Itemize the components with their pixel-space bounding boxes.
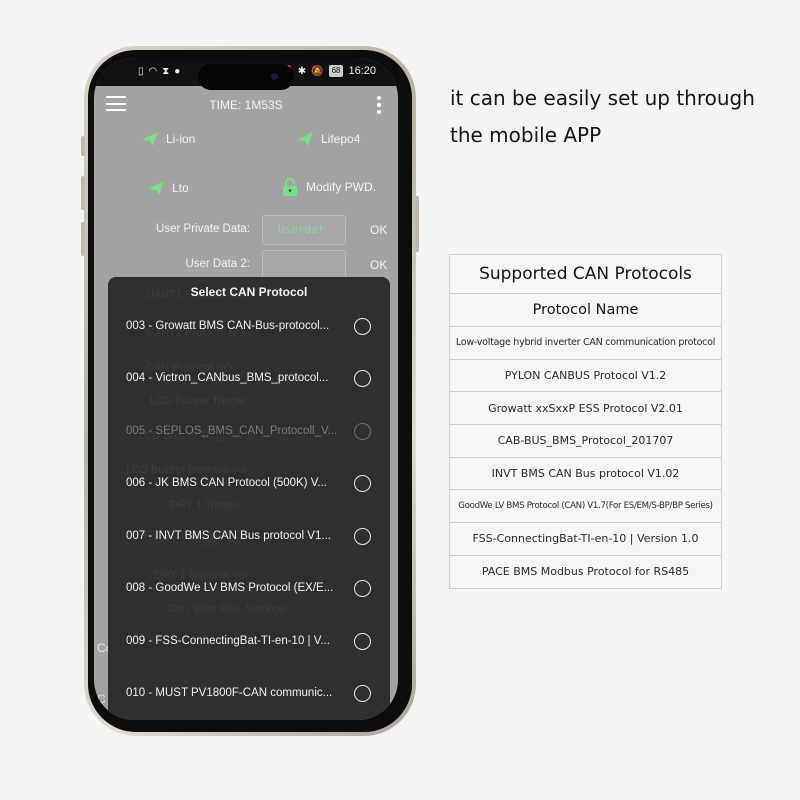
product-image: ▯ ◠ ⧗ ● ⏰ ✱ 🔕 68 16:20 TIME: 1M53S	[0, 0, 800, 800]
headline-line-2: the mobile APP	[450, 123, 602, 147]
modify-password-button[interactable]: Modify PWD.	[282, 178, 376, 196]
radio-button[interactable]	[354, 580, 371, 597]
user-data-2-row: User Data 2: OK	[94, 250, 398, 280]
lto-button[interactable]: Lto	[148, 181, 189, 195]
action-button	[81, 136, 85, 156]
protocol-option: 005 - SEPLOS_BMS_CAN_Protocoll_V...	[108, 412, 390, 452]
user-private-data-ok-button[interactable]: OK	[370, 223, 387, 237]
user-private-data-label: User Private Data:	[156, 223, 250, 235]
volume-down-button	[81, 222, 85, 256]
mute-icon: 🔕	[311, 65, 324, 77]
protocol-option[interactable]: 004 - Victron_CANbus_BMS_protocol...	[108, 359, 390, 399]
phone-mockup: ▯ ◠ ⧗ ● ⏰ ✱ 🔕 68 16:20 TIME: 1M53S	[81, 46, 419, 736]
hourglass-icon: ⧗	[162, 66, 170, 77]
more-options-icon[interactable]	[376, 96, 382, 114]
table-row: PYLON CANBUS Protocol V1.2	[450, 358, 721, 392]
supported-protocols-table: Supported CAN Protocols Protocol Name Lo…	[449, 254, 722, 589]
power-button	[415, 196, 419, 252]
send-icon	[148, 181, 164, 195]
protocol-option-label: 008 - GoodWe LV BMS Protocol (EX/E...	[126, 582, 334, 594]
table-row: PACE BMS Modbus Protocol for RS485	[450, 554, 721, 588]
volume-up-button	[81, 176, 85, 210]
app-title: TIME: 1M53S	[209, 98, 283, 112]
wifi-icon: ◠	[148, 66, 158, 77]
radio-button[interactable]	[354, 370, 371, 387]
lock-icon	[283, 178, 297, 196]
table-column-header: Protocol Name	[450, 293, 721, 326]
protocol-option[interactable]: 008 - GoodWe LV BMS Protocol (EX/E...	[108, 569, 390, 609]
protocol-option-label: 005 - SEPLOS_BMS_CAN_Protocoll_V...	[126, 425, 338, 437]
clock: 16:20	[348, 65, 376, 77]
bluetooth-icon: ✱	[297, 65, 307, 77]
li-ion-button[interactable]: Li-ion	[142, 132, 195, 146]
camera-icon	[271, 73, 278, 80]
send-icon	[297, 132, 313, 146]
radio-button[interactable]	[354, 528, 371, 545]
protocol-option[interactable]: 009 - FSS-ConnectingBat-TI-en-10 | V...	[108, 622, 390, 662]
battery-indicator: 68	[328, 65, 344, 77]
protocol-option[interactable]: 003 - Growatt BMS CAN-Bus-protocol...	[108, 307, 390, 347]
user-data-2-ok-button[interactable]: OK	[370, 258, 387, 272]
wechat-icon: ●	[174, 66, 181, 77]
protocol-option[interactable]: 007 - INVT BMS CAN Bus protocol V1...	[108, 517, 390, 557]
headline-line-1: it can be easily set up through	[450, 86, 755, 110]
user-data-2-input[interactable]	[262, 250, 346, 280]
user-private-data-input[interactable]: Userdat	[262, 215, 346, 245]
table-row: CAB-BUS_BMS_Protocol_201707	[450, 424, 721, 457]
table-row: INVT BMS CAN Bus protocol V1.02	[450, 456, 721, 490]
protocol-option-label: 003 - Growatt BMS CAN-Bus-protocol...	[126, 320, 330, 332]
app-bar: TIME: 1M53S	[94, 86, 398, 122]
table-row: GoodWe LV BMS Protocol (CAN) V1.7(For ES…	[450, 489, 721, 522]
protocol-option-label: 007 - INVT BMS CAN Bus protocol V1...	[126, 530, 331, 542]
table-row: Growatt xxSxxP ESS Protocol V2.01	[450, 391, 721, 424]
protocol-option[interactable]: 006 - JK BMS CAN Protocol (500K) V...	[108, 464, 390, 504]
headline: it can be easily set up through the mobi…	[450, 80, 780, 154]
radio-button	[354, 423, 371, 440]
radio-button[interactable]	[354, 318, 371, 335]
protocol-option-label: 010 - MUST PV1800F-CAN communic...	[126, 687, 333, 699]
modify-password-label: Modify PWD.	[306, 180, 377, 194]
protocol-option-label: 009 - FSS-ConnectingBat-TI-en-10 | V...	[126, 635, 330, 647]
dialog-title: Select CAN Protocol	[190, 285, 308, 299]
user-private-data-row: User Private Data: Userdat OK	[94, 215, 398, 245]
table-row: Low-voltage hybrid inverter CAN communic…	[450, 326, 721, 359]
protocol-option-label: 006 - JK BMS CAN Protocol (500K) V...	[126, 477, 327, 489]
protocol-option-label: 004 - Victron_CANbus_BMS_protocol...	[126, 372, 329, 384]
radio-button[interactable]	[354, 475, 371, 492]
user-data-2-label: User Data 2:	[185, 258, 250, 270]
table-title: Supported CAN Protocols	[479, 264, 692, 284]
sim-icon: ▯	[138, 66, 144, 77]
lifepo4-label: Lifepo4	[321, 132, 361, 146]
protocol-option[interactable]: 010 - MUST PV1800F-CAN communic...	[108, 674, 390, 714]
radio-button[interactable]	[354, 633, 371, 650]
dynamic-island	[198, 64, 294, 90]
lifepo4-button[interactable]: Lifepo4	[297, 132, 360, 146]
table-row: FSS-ConnectingBat-TI-en-10 | Version 1.0	[450, 522, 721, 555]
lto-label: Lto	[172, 181, 189, 195]
li-ion-label: Li-ion	[166, 132, 196, 146]
send-icon	[142, 132, 158, 146]
select-can-protocol-dialog: UART1 Protocol NO. UART2 Protocol NO. CA…	[108, 277, 390, 720]
radio-button[interactable]	[354, 685, 371, 702]
background-label-partial: C	[97, 692, 106, 706]
phone-screen: ▯ ◠ ⧗ ● ⏰ ✱ 🔕 68 16:20 TIME: 1M53S	[94, 58, 398, 720]
